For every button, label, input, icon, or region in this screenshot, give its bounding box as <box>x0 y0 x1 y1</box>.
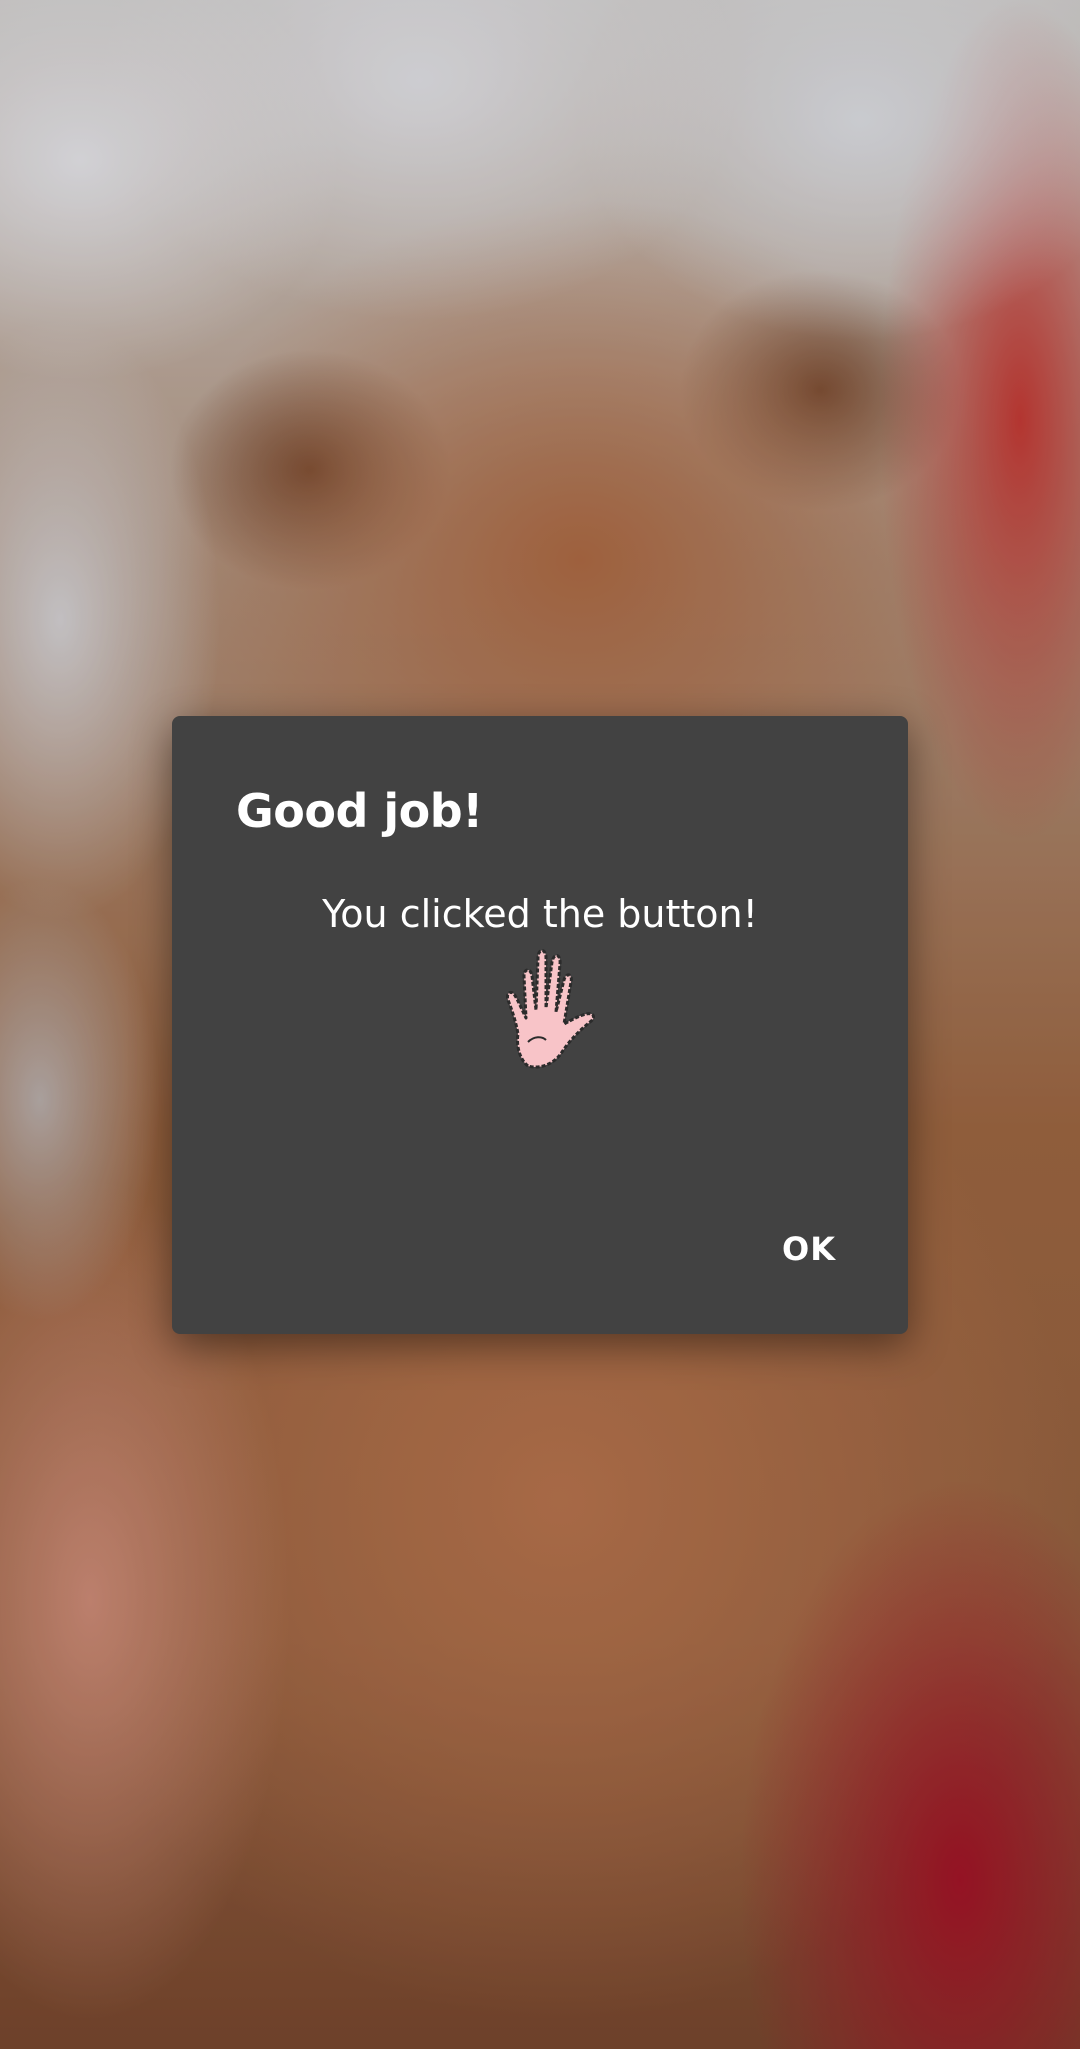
ok-button[interactable]: OK <box>768 1220 850 1278</box>
waving-hand-icon <box>506 949 595 1069</box>
screen: Good job! You clicked the button! OK <box>0 0 1080 2049</box>
dialog-title: Good job! <box>236 784 483 838</box>
alert-dialog: Good job! You clicked the button! OK <box>172 716 908 1334</box>
dialog-message: You clicked the button! <box>322 892 758 936</box>
